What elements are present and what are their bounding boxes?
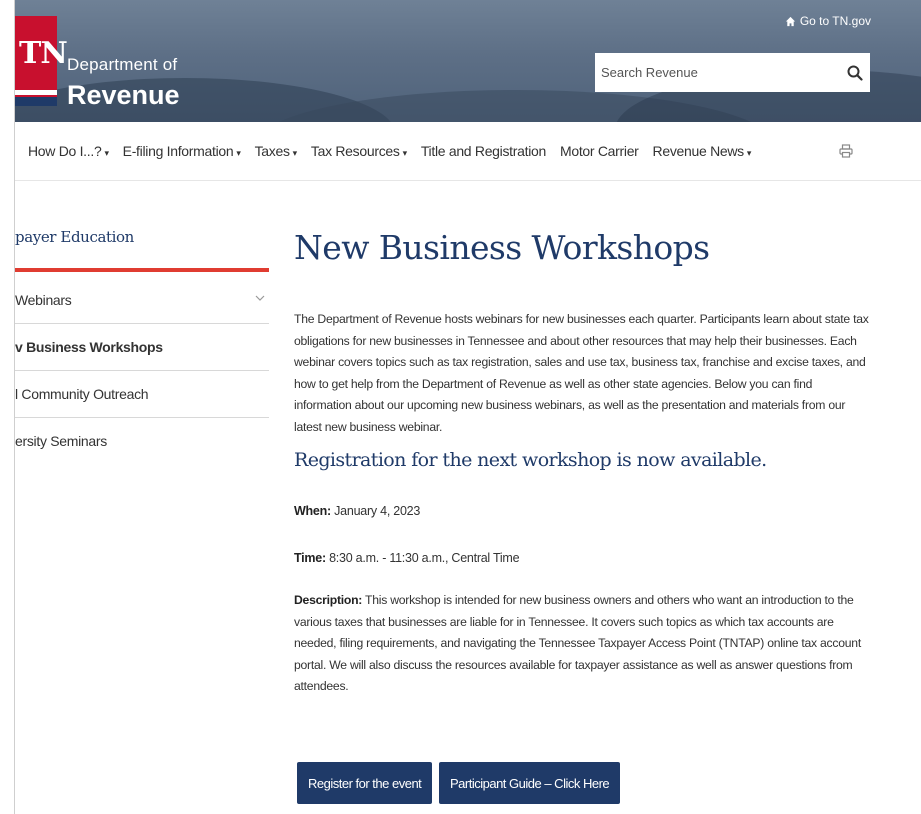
when-value: January 4, 2023 (334, 504, 421, 518)
caret-down-icon: ▾ (292, 148, 298, 158)
home-icon (785, 16, 795, 26)
nav-item-tax-resources[interactable]: Tax Resources ▾ (311, 143, 407, 159)
time-value: 8:30 a.m. - 11:30 a.m., Central Time (329, 551, 520, 565)
print-icon[interactable] (839, 144, 853, 158)
caret-down-icon: ▾ (746, 148, 752, 158)
main-nav: How Do I...? ▾ E-filing Information ▾ Taxe… (15, 122, 921, 181)
nav-item-label: How Do I...? (28, 143, 102, 159)
nav-item-label: Revenue News (652, 143, 745, 159)
register-button[interactable]: Register for the event (297, 762, 433, 804)
nav-item-label: Title and Registration (420, 143, 546, 159)
intro-paragraph: The Department of Revenue hosts webinars… (294, 312, 869, 434)
caret-down-icon: ▾ (104, 148, 109, 158)
sidebar-title-underline (15, 268, 269, 272)
caret-down-icon: ▾ (236, 148, 241, 158)
event-description: Description: This workshop is intended f… (294, 590, 866, 698)
nav-item-taxes[interactable]: Taxes ▾ (254, 143, 298, 159)
nav-item-title-registration[interactable]: Title and Registration (421, 143, 546, 159)
nav-item-how-do-i[interactable]: How Do I...? ▾ (28, 143, 109, 159)
department-name[interactable]: Revenue (67, 80, 180, 111)
description-label: Description: (294, 593, 363, 607)
sidebar-item-label: ersity Seminars (15, 433, 107, 449)
nav-item-e-filing[interactable]: E-filing Information ▾ (123, 143, 241, 159)
tn-logo-text: TN (19, 36, 68, 71)
nav-item-label: Motor Carrier (559, 143, 639, 159)
search-box (595, 53, 870, 92)
sidebar-item-business-workshops[interactable]: v Business Workshops (15, 324, 269, 371)
search-input[interactable] (595, 54, 840, 91)
goto-tn-gov-label: Go to TN.gov (799, 14, 871, 28)
caret-down-icon: ▾ (402, 148, 408, 158)
sidebar-item-university-seminars[interactable]: ersity Seminars (15, 418, 269, 464)
search-icon[interactable] (840, 54, 870, 91)
page-title: New Business Workshops (294, 228, 710, 267)
department-of-text: Department of (67, 55, 178, 74)
description-value: This workshop is intended for new busine… (294, 593, 861, 693)
chevron-down-icon[interactable] (255, 294, 265, 302)
logo-white-stripe (15, 90, 57, 95)
participant-guide-button[interactable]: Participant Guide – Click Here (439, 762, 621, 804)
site-header: TN Department of Revenue Go to TN.gov (15, 0, 921, 122)
sidebar-item-community-outreach[interactable]: l Community Outreach (15, 371, 269, 418)
sidebar-item-webinars[interactable]: Webinars (15, 277, 269, 324)
registration-heading: Registration for the next workshop is no… (294, 449, 767, 471)
event-time: Time: 8:30 a.m. - 11:30 a.m., Central Ti… (294, 551, 520, 565)
nav-item-label: E-filing Information (122, 143, 234, 159)
nav-item-label: Taxes (254, 143, 290, 159)
nav-item-revenue-news[interactable]: Revenue News ▾ (653, 143, 752, 159)
sidebar-item-label: l Community Outreach (15, 386, 149, 402)
when-label: When: (294, 504, 331, 518)
nav-item-label: Tax Resources (310, 143, 400, 159)
event-when: When: January 4, 2023 (294, 504, 420, 518)
logo-blue-stripe (15, 97, 57, 106)
time-label: Time: (294, 551, 326, 565)
sidebar-title[interactable]: payer Education (15, 228, 134, 246)
sidebar-item-label: Webinars (15, 292, 72, 308)
sidebar-item-label: v Business Workshops (15, 339, 163, 355)
tn-logo[interactable]: TN (15, 16, 68, 106)
goto-tn-gov-link[interactable]: Go to TN.gov (785, 14, 871, 28)
nav-item-motor-carrier[interactable]: Motor Carrier (560, 143, 639, 159)
